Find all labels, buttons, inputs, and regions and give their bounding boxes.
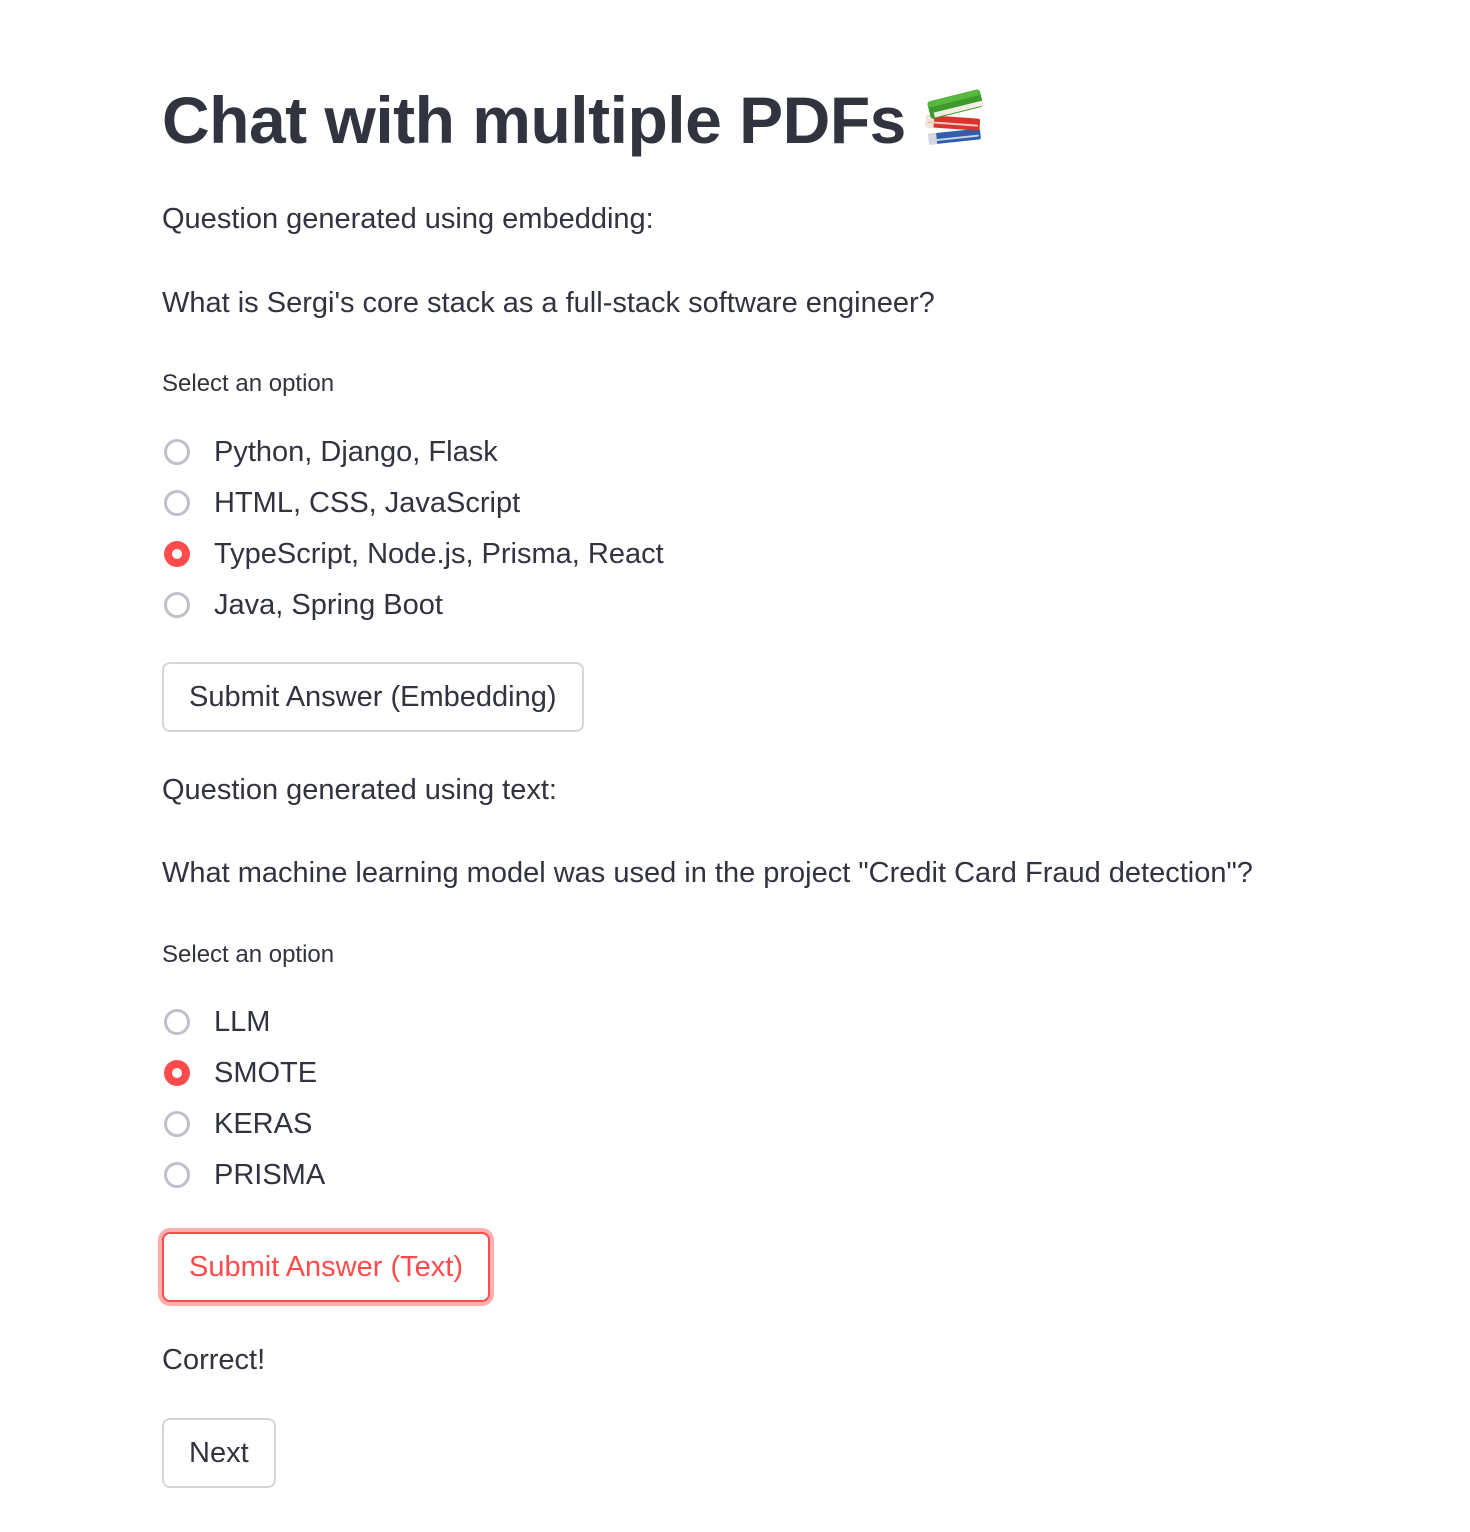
submit-embedding-button[interactable]: Submit Answer (Embedding) — [162, 662, 584, 732]
radio-option-label: HTML, CSS, JavaScript — [214, 487, 521, 519]
text-question: What machine learning model was used in … — [162, 857, 1253, 889]
radio-unchecked-icon[interactable] — [164, 592, 190, 618]
submit-text-button[interactable]: Submit Answer (Text) — [162, 1232, 490, 1302]
radio-unchecked-icon[interactable] — [164, 1162, 190, 1188]
radio-option-label: PRISMA — [214, 1159, 326, 1191]
radio-option-label: SMOTE — [214, 1057, 318, 1089]
radio-option-label: LLM — [214, 1006, 271, 1038]
next-button[interactable]: Next — [162, 1418, 276, 1488]
radio-unchecked-icon[interactable] — [164, 1111, 190, 1137]
radio-unchecked-icon[interactable] — [164, 490, 190, 516]
radio-option-label: Java, Spring Boot — [214, 589, 443, 621]
books-icon — [925, 89, 984, 145]
radio-checked-icon[interactable] — [164, 541, 190, 567]
radio-option-label: Python, Django, Flask — [214, 436, 498, 468]
radio-checked-icon[interactable] — [164, 1060, 190, 1086]
text-select-label: Select an option — [162, 941, 335, 968]
radio-unchecked-icon[interactable] — [164, 1009, 190, 1035]
radio-option-label: KERAS — [214, 1108, 313, 1140]
page-title: Chat with multiple PDFs — [162, 78, 988, 162]
page-title-text: Chat with multiple PDFs — [162, 83, 906, 157]
text-heading: Question generated using text: — [162, 774, 557, 806]
radio-unchecked-icon[interactable] — [164, 439, 190, 465]
embedding-heading: Question generated using embedding: — [162, 203, 654, 235]
result-message: Correct! — [162, 1344, 266, 1376]
radio-option-label: TypeScript, Node.js, Prisma, React — [214, 538, 664, 570]
embedding-select-label: Select an option — [162, 370, 335, 397]
embedding-question: What is Sergi's core stack as a full-sta… — [162, 287, 935, 319]
